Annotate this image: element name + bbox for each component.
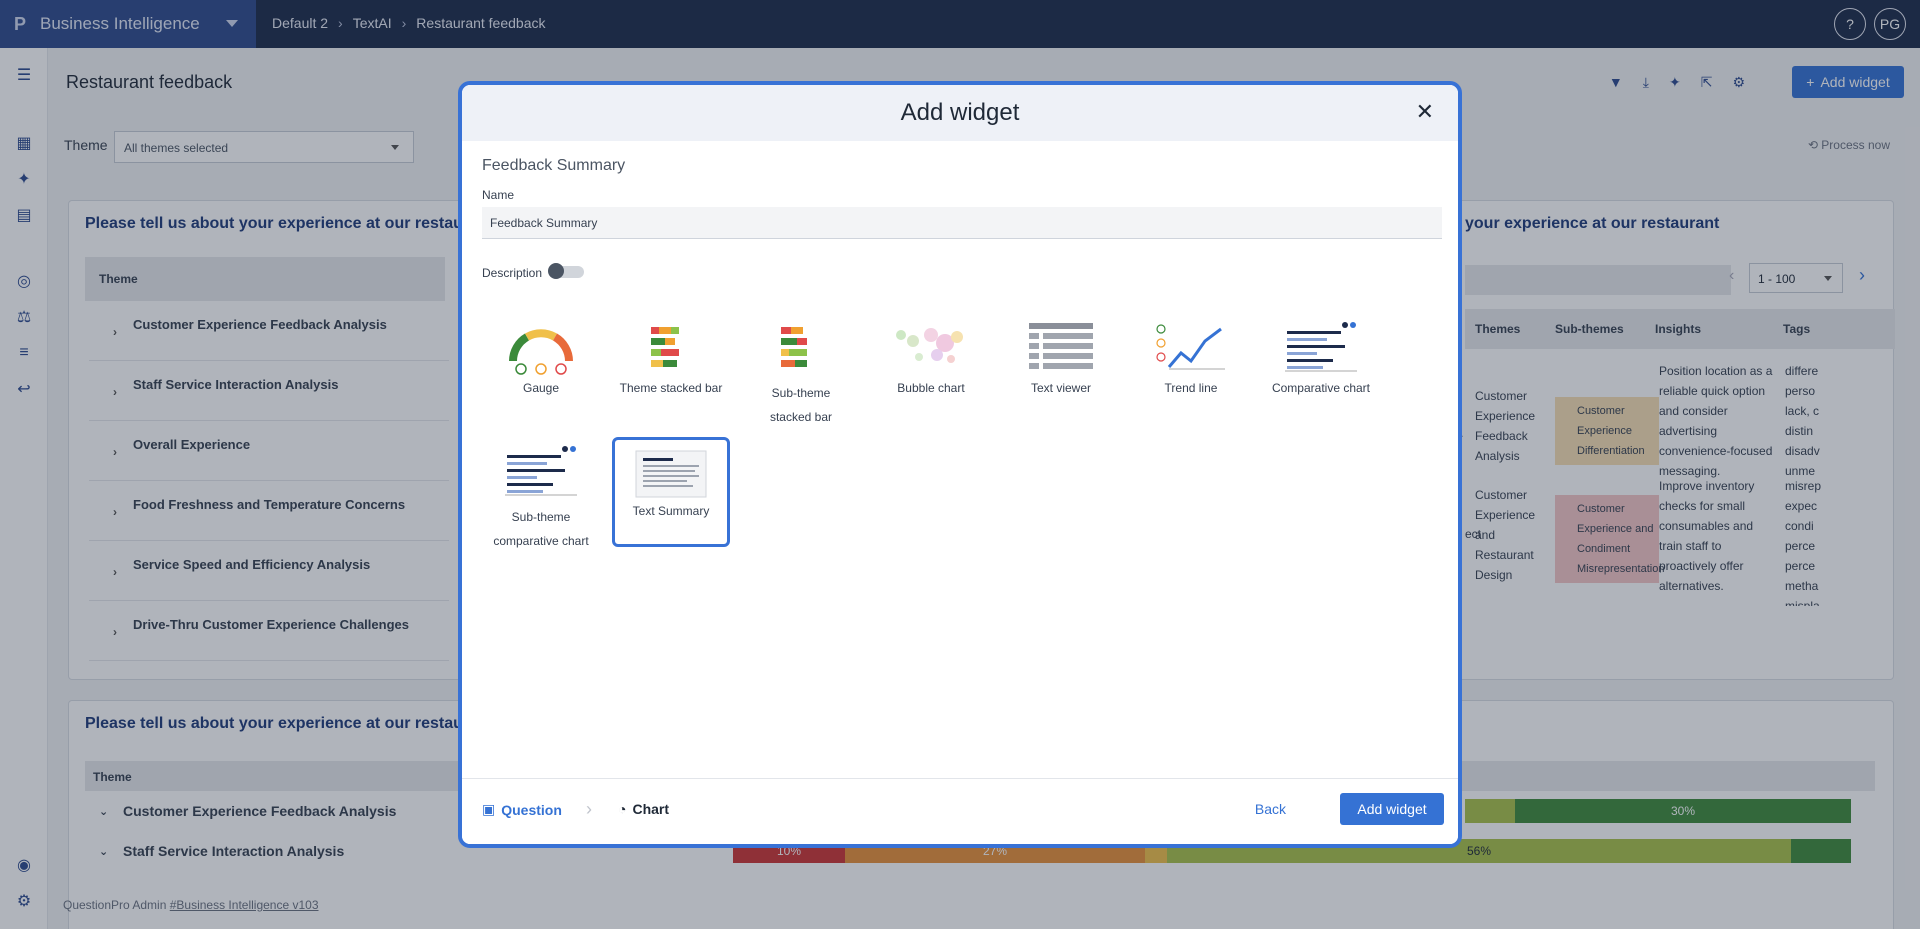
widget-label: Bubble chart <box>897 381 965 395</box>
text-summary-icon <box>635 450 707 498</box>
widget-label: Text Summary <box>632 504 710 518</box>
widget-theme-stacked-bar[interactable]: Theme stacked bar <box>612 311 730 421</box>
description-label: Description <box>482 266 543 280</box>
comparative-chart-icon <box>505 446 577 496</box>
stacked-bar-icon <box>781 327 807 367</box>
name-input[interactable] <box>482 207 1442 239</box>
widget-label: Sub-theme comparative chart <box>493 510 589 548</box>
add-widget-dialog: Add widget ✕ Feedback Summary Name Descr… <box>458 81 1462 848</box>
question-icon: ▣ <box>482 801 496 817</box>
widget-gauge[interactable]: Gauge <box>482 311 600 421</box>
widget-label: Comparative chart <box>1271 381 1371 395</box>
comparative-chart-icon <box>1285 322 1357 372</box>
stacked-bar-icon <box>651 327 679 367</box>
back-button[interactable]: Back <box>1255 801 1286 817</box>
bubble-chart-icon <box>896 328 963 363</box>
step-question[interactable]: ▣ Question <box>482 801 562 818</box>
widget-bubble-chart[interactable]: Bubble chart <box>872 311 990 421</box>
widget-text-summary[interactable]: Text Summary <box>612 437 730 547</box>
dialog-title: Add widget <box>900 99 1020 126</box>
dialog-footer: ▣ Question › ◔ Chart Back Add widget <box>462 778 1458 844</box>
step-label: Chart <box>632 801 670 817</box>
gauge-icon <box>509 329 573 375</box>
widget-label: Trend line <box>1164 381 1218 395</box>
chevron-right-icon: › <box>586 799 592 819</box>
close-icon[interactable]: ✕ <box>1416 99 1434 125</box>
add-widget-button[interactable]: Add widget <box>1340 793 1444 825</box>
widget-trend-line[interactable]: Trend line <box>1132 311 1250 421</box>
step-chart[interactable]: ◔ Chart <box>618 801 669 817</box>
text-viewer-icon <box>1029 323 1093 369</box>
step-label: Question <box>501 801 562 818</box>
widget-label: Theme stacked bar <box>619 381 723 395</box>
widget-label: Sub-theme stacked bar <box>769 386 833 424</box>
trend-line-icon <box>1156 324 1225 370</box>
widget-subtheme-stacked-bar[interactable]: Sub-theme stacked bar <box>742 311 860 424</box>
widget-label: Gauge <box>522 381 560 395</box>
widget-label: Text viewer <box>1030 381 1092 395</box>
widget-subtheme-comparative-chart[interactable]: Sub-theme comparative chart <box>482 435 600 548</box>
chart-icon: ◔ <box>618 801 627 817</box>
widget-text-viewer[interactable]: Text viewer <box>1002 311 1120 421</box>
dialog-header: Add widget <box>462 85 1458 141</box>
description-toggle[interactable] <box>548 263 584 279</box>
widget-comparative-chart[interactable]: Comparative chart <box>1262 311 1380 421</box>
name-label: Name <box>482 188 515 202</box>
section-title: Feedback Summary <box>482 157 626 174</box>
toggle-knob <box>548 263 564 279</box>
